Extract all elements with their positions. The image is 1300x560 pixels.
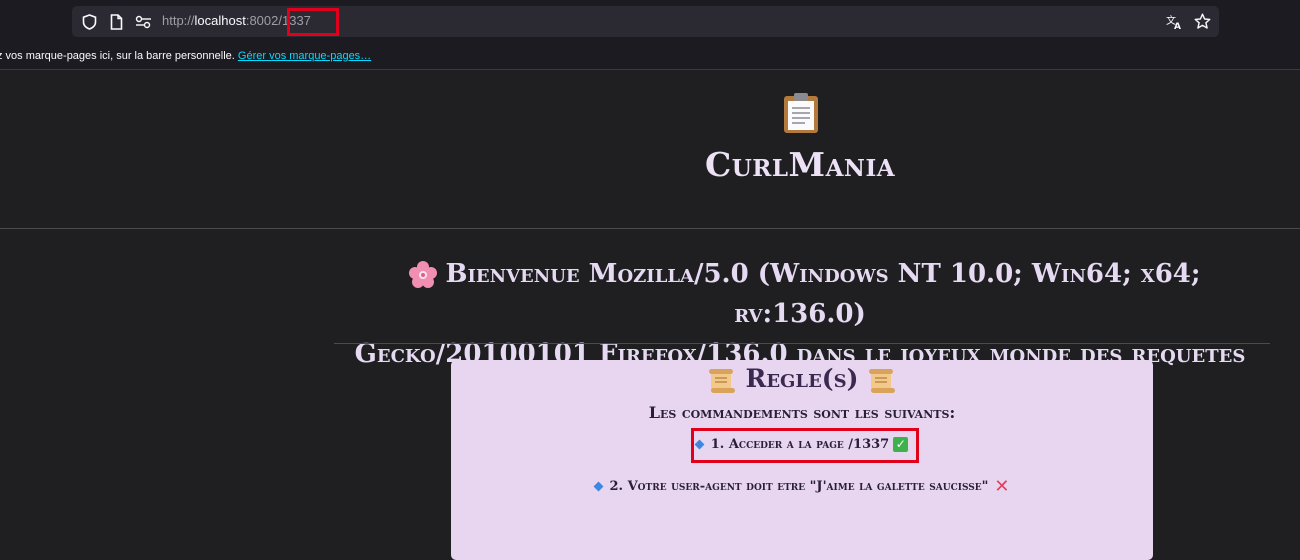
- header-divider: [0, 228, 1300, 229]
- url-prefix: http://: [162, 13, 195, 28]
- star-icon[interactable]: [1194, 13, 1211, 30]
- manage-bookmarks-link[interactable]: Gérer vos marque-pages…: [238, 50, 371, 62]
- welcome-line-1: Bienvenue Mozilla/5.0 (Windows NT 10.0; …: [445, 259, 1201, 329]
- url-path-highlight: [287, 8, 339, 36]
- bookmarks-text: z vos marque-pages ici, sur la barre per…: [0, 50, 235, 62]
- translate-icon[interactable]: 文A: [1166, 13, 1183, 30]
- shield-icon[interactable]: [81, 13, 98, 30]
- site-permissions-icon[interactable]: [135, 13, 152, 30]
- welcome-divider: [334, 343, 1270, 344]
- site-title: CurlMania: [704, 145, 896, 184]
- rules-subtitle: Les commandements sont les suivants:: [648, 403, 956, 422]
- svg-text:A: A: [1174, 22, 1181, 30]
- address-bar[interactable]: http://localhost:8002/1337 文A: [72, 6, 1219, 37]
- browser-toolbar: http://localhost:8002/1337 文A: [0, 0, 1300, 44]
- cherry-blossom-icon: [408, 260, 438, 290]
- diamond-bullet-icon: [593, 481, 603, 492]
- rule-item: 2. Votre user-agent doit etre "J'aime la…: [451, 476, 1153, 497]
- rules-card: Regle(s) Les commandements sont les suiv…: [451, 360, 1153, 560]
- bookmarks-hint: z vos marque-pages ici, sur la barre per…: [0, 50, 371, 62]
- rules-title: Regle(s): [451, 364, 1153, 395]
- clipboard-icon: [781, 91, 821, 135]
- scroll-icon: [867, 367, 897, 395]
- bookmarks-toolbar: z vos marque-pages ici, sur la barre per…: [0, 44, 1300, 70]
- page-icon[interactable]: [108, 13, 125, 30]
- page-content: CurlMania Bienvenue Mozilla/5.0 (Windows…: [0, 71, 1300, 560]
- scroll-icon: [707, 367, 737, 395]
- rules-title-text: Regle(s): [745, 364, 859, 393]
- url-host: localhost: [194, 13, 246, 28]
- rule-text: 2. Votre user-agent doit etre "J'aime la…: [609, 479, 989, 494]
- cross-mark-icon: ✕: [994, 476, 1010, 497]
- rule-highlight: [691, 428, 919, 463]
